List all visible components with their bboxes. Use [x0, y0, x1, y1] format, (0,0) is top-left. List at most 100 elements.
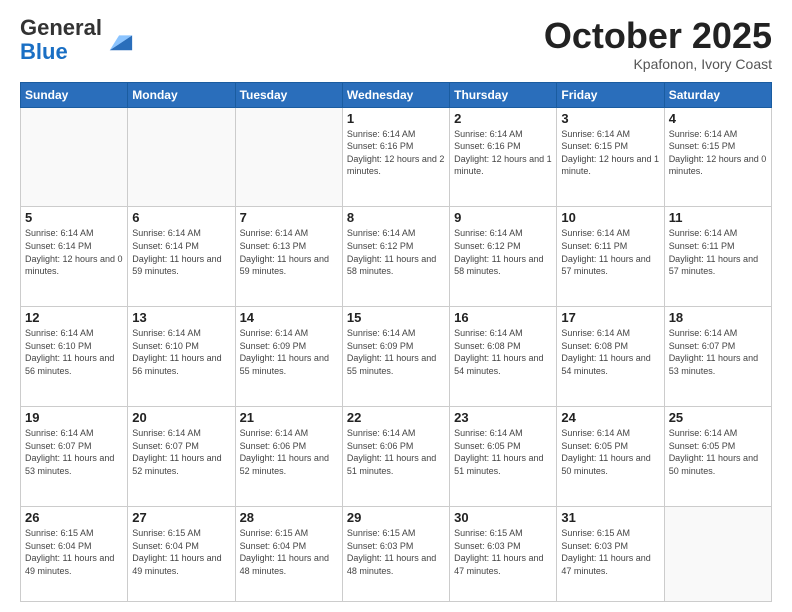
logo-blue: Blue: [20, 39, 68, 64]
day-number: 6: [132, 210, 230, 225]
day-info: Sunrise: 6:14 AMSunset: 6:05 PMDaylight:…: [561, 427, 659, 477]
calendar-cell: 19Sunrise: 6:14 AMSunset: 6:07 PMDayligh…: [21, 407, 128, 507]
calendar-cell: 15 Sunrise: 6:14 AMSunset: 6:09 PMDayligh…: [342, 307, 449, 407]
calendar-cell: 31Sunrise: 6:15 AMSunset: 6:03 PMDayligh…: [557, 506, 664, 601]
calendar-cell: 14 Sunrise: 6:14 AMSunset: 6:09 PMDayligh…: [235, 307, 342, 407]
day-number: 28: [240, 510, 338, 525]
weekday-header-monday: Monday: [128, 82, 235, 107]
day-number: 4: [669, 111, 767, 126]
day-info: Sunrise: 6:14 AMSunset: 6:06 PMDaylight:…: [240, 427, 338, 477]
calendar-cell: 21 Sunrise: 6:14 AMSunset: 6:06 PMDayligh…: [235, 407, 342, 507]
calendar-cell: 8 Sunrise: 6:14 AMSunset: 6:12 PMDaylight…: [342, 207, 449, 307]
calendar-cell: 28 Sunrise: 6:15 AMSunset: 6:04 PMDayligh…: [235, 506, 342, 601]
day-info: Sunrise: 6:14 AMSunset: 6:07 PMDaylight:…: [132, 427, 230, 477]
day-number: 30: [454, 510, 552, 525]
calendar-cell: 24 Sunrise: 6:14 AMSunset: 6:05 PMDayligh…: [557, 407, 664, 507]
calendar-cell: 27Sunrise: 6:15 AMSunset: 6:04 PMDayligh…: [128, 506, 235, 601]
calendar-cell: 23 Sunrise: 6:14 AMSunset: 6:05 PMDayligh…: [450, 407, 557, 507]
day-info: Sunrise: 6:15 AMSunset: 6:03 PMDaylight:…: [454, 527, 552, 577]
weekday-header-thursday: Thursday: [450, 82, 557, 107]
day-number: 7: [240, 210, 338, 225]
calendar-cell: 29 Sunrise: 6:15 AMSunset: 6:03 PMDayligh…: [342, 506, 449, 601]
calendar-week-row: 1 Sunrise: 6:14 AMSunset: 6:16 PMDaylight…: [21, 107, 772, 207]
day-info: Sunrise: 6:14 AMSunset: 6:06 PMDaylight:…: [347, 427, 445, 477]
month-title: October 2025: [544, 16, 772, 56]
day-info: Sunrise: 6:15 AMSunset: 6:04 PMDaylight:…: [240, 527, 338, 577]
day-number: 15: [347, 310, 445, 325]
day-info: Sunrise: 6:14 AMSunset: 6:11 PMDaylight:…: [561, 227, 659, 277]
calendar-cell: 10 Sunrise: 6:14 AMSunset: 6:11 PMDayligh…: [557, 207, 664, 307]
day-number: 20: [132, 410, 230, 425]
day-number: 16: [454, 310, 552, 325]
day-info: Sunrise: 6:14 AMSunset: 6:10 PMDaylight:…: [25, 327, 123, 377]
calendar-cell: 6 Sunrise: 6:14 AMSunset: 6:14 PMDaylight…: [128, 207, 235, 307]
day-info: Sunrise: 6:15 AMSunset: 6:03 PMDaylight:…: [561, 527, 659, 577]
day-number: 21: [240, 410, 338, 425]
day-number: 5: [25, 210, 123, 225]
day-info: Sunrise: 6:14 AMSunset: 6:07 PMDaylight:…: [669, 327, 767, 377]
calendar-cell: 18Sunrise: 6:14 AMSunset: 6:07 PMDayligh…: [664, 307, 771, 407]
calendar-cell: 1 Sunrise: 6:14 AMSunset: 6:16 PMDaylight…: [342, 107, 449, 207]
day-info: Sunrise: 6:14 AMSunset: 6:15 PMDaylight:…: [561, 128, 659, 178]
day-info: Sunrise: 6:15 AMSunset: 6:04 PMDaylight:…: [25, 527, 123, 577]
weekday-header-friday: Friday: [557, 82, 664, 107]
calendar-cell: 4 Sunrise: 6:14 AMSunset: 6:15 PMDaylight…: [664, 107, 771, 207]
calendar-table: SundayMondayTuesdayWednesdayThursdayFrid…: [20, 82, 772, 602]
day-info: Sunrise: 6:14 AMSunset: 6:14 PMDaylight:…: [132, 227, 230, 277]
day-info: Sunrise: 6:15 AMSunset: 6:03 PMDaylight:…: [347, 527, 445, 577]
day-info: Sunrise: 6:14 AMSunset: 6:11 PMDaylight:…: [669, 227, 767, 277]
day-info: Sunrise: 6:14 AMSunset: 6:16 PMDaylight:…: [347, 128, 445, 178]
calendar-cell: 30 Sunrise: 6:15 AMSunset: 6:03 PMDayligh…: [450, 506, 557, 601]
day-number: 1: [347, 111, 445, 126]
calendar-cell: [128, 107, 235, 207]
day-info: Sunrise: 6:14 AMSunset: 6:10 PMDaylight:…: [132, 327, 230, 377]
calendar-cell: [21, 107, 128, 207]
calendar-cell: 22 Sunrise: 6:14 AMSunset: 6:06 PMDayligh…: [342, 407, 449, 507]
logo: General Blue: [20, 16, 134, 64]
calendar-cell: 12 Sunrise: 6:14 AMSunset: 6:10 PMDayligh…: [21, 307, 128, 407]
calendar-cell: 25Sunrise: 6:14 AMSunset: 6:05 PMDayligh…: [664, 407, 771, 507]
calendar-cell: 20 Sunrise: 6:14 AMSunset: 6:07 PMDayligh…: [128, 407, 235, 507]
day-number: 9: [454, 210, 552, 225]
day-number: 26: [25, 510, 123, 525]
day-info: Sunrise: 6:14 AMSunset: 6:05 PMDaylight:…: [454, 427, 552, 477]
day-info: Sunrise: 6:14 AMSunset: 6:15 PMDaylight:…: [669, 128, 767, 178]
calendar-week-row: 5 Sunrise: 6:14 AMSunset: 6:14 PMDaylight…: [21, 207, 772, 307]
calendar-header-row: SundayMondayTuesdayWednesdayThursdayFrid…: [21, 82, 772, 107]
day-number: 3: [561, 111, 659, 126]
day-number: 2: [454, 111, 552, 126]
calendar-cell: 9Sunrise: 6:14 AMSunset: 6:12 PMDaylight…: [450, 207, 557, 307]
day-number: 12: [25, 310, 123, 325]
day-number: 23: [454, 410, 552, 425]
day-info: Sunrise: 6:14 AMSunset: 6:07 PMDaylight:…: [25, 427, 123, 477]
logo-icon: [106, 26, 134, 54]
day-number: 24: [561, 410, 659, 425]
calendar-cell: 2 Sunrise: 6:14 AMSunset: 6:16 PMDaylight…: [450, 107, 557, 207]
logo-general: General: [20, 15, 102, 40]
calendar-cell: 7Sunrise: 6:14 AMSunset: 6:13 PMDaylight…: [235, 207, 342, 307]
calendar-week-row: 19Sunrise: 6:14 AMSunset: 6:07 PMDayligh…: [21, 407, 772, 507]
calendar-cell: 26 Sunrise: 6:15 AMSunset: 6:04 PMDayligh…: [21, 506, 128, 601]
header: General Blue October 2025 Kpafonon, Ivor…: [20, 16, 772, 72]
day-info: Sunrise: 6:14 AMSunset: 6:08 PMDaylight:…: [561, 327, 659, 377]
day-info: Sunrise: 6:14 AMSunset: 6:16 PMDaylight:…: [454, 128, 552, 178]
calendar-cell: 17 Sunrise: 6:14 AMSunset: 6:08 PMDayligh…: [557, 307, 664, 407]
day-info: Sunrise: 6:14 AMSunset: 6:05 PMDaylight:…: [669, 427, 767, 477]
day-number: 10: [561, 210, 659, 225]
day-number: 14: [240, 310, 338, 325]
day-number: 29: [347, 510, 445, 525]
calendar-cell: 11 Sunrise: 6:14 AMSunset: 6:11 PMDayligh…: [664, 207, 771, 307]
day-info: Sunrise: 6:14 AMSunset: 6:14 PMDaylight:…: [25, 227, 123, 277]
day-number: 13: [132, 310, 230, 325]
day-number: 11: [669, 210, 767, 225]
calendar-cell: 3 Sunrise: 6:14 AMSunset: 6:15 PMDaylight…: [557, 107, 664, 207]
day-info: Sunrise: 6:14 AMSunset: 6:12 PMDaylight:…: [347, 227, 445, 277]
day-number: 17: [561, 310, 659, 325]
day-number: 8: [347, 210, 445, 225]
day-info: Sunrise: 6:14 AMSunset: 6:09 PMDaylight:…: [240, 327, 338, 377]
day-info: Sunrise: 6:14 AMSunset: 6:09 PMDaylight:…: [347, 327, 445, 377]
day-number: 22: [347, 410, 445, 425]
calendar-cell: [235, 107, 342, 207]
weekday-header-sunday: Sunday: [21, 82, 128, 107]
weekday-header-tuesday: Tuesday: [235, 82, 342, 107]
